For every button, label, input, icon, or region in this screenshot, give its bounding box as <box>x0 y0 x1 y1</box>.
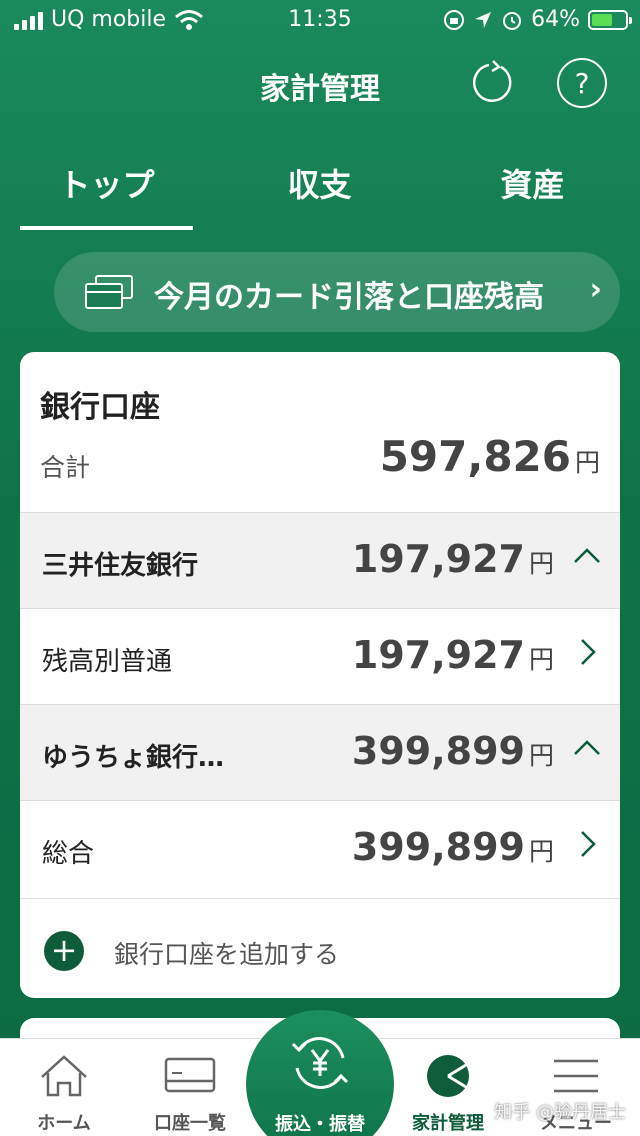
bank-name: ゆうちょ銀行… <box>42 743 225 773</box>
tab-bar: トップ 収支 資産 <box>0 148 640 232</box>
tab-income-expense[interactable]: 収支 <box>213 148 426 232</box>
account-balance: 399,899 円 <box>351 825 554 869</box>
bank-balance: 197,927 円 <box>351 537 554 581</box>
total-label: 合計 <box>40 453 91 482</box>
add-bank-account-label: 銀行口座を追加する <box>114 940 340 969</box>
total-value: 597,826 <box>379 432 571 481</box>
currency-unit: 円 <box>574 448 600 477</box>
bank-group-yucho[interactable]: ゆうちょ銀行… 399,899 円 <box>20 704 620 800</box>
bank-accounts-card: 銀行口座 合計 597,826 円 三井住友銀行 197,927 円 残高別普通 1… <box>20 352 620 998</box>
chevron-right-icon <box>581 831 596 857</box>
bank-group-smbc[interactable]: 三井住友銀行 197,927 円 <box>20 512 620 608</box>
battery-percent: 64% <box>531 7 580 32</box>
total-amount: 597,826 円 <box>380 432 600 481</box>
account-name: 総合 <box>42 839 95 869</box>
home-icon <box>41 1055 87 1097</box>
plus-icon: + <box>44 931 84 971</box>
yen-transfer-icon <box>291 1037 349 1089</box>
account-name: 残高別普通 <box>42 647 173 677</box>
tab-label: 資産 <box>500 166 565 204</box>
watermark: 知乎 @验丹居士 <box>494 1102 626 1123</box>
card-payment-banner[interactable]: 今月のカード引落と口座残高 › <box>54 252 620 332</box>
page-title: 家計管理 <box>260 72 380 107</box>
alarm-icon <box>503 11 522 30</box>
chevron-up-icon <box>574 548 600 563</box>
bank-name: 三井住友銀行 <box>42 551 199 581</box>
nav-accounts[interactable]: 口座一覧 <box>126 1039 254 1136</box>
account-balance: 197,927 円 <box>351 633 554 677</box>
nav-home[interactable]: ホーム <box>0 1039 128 1136</box>
nav-label: 家計管理 <box>412 1113 484 1134</box>
app-header: 家計管理 ? <box>0 50 640 120</box>
battery-icon <box>588 9 632 30</box>
status-bar: UQ mobile 11:35 64% <box>0 0 640 40</box>
pie-chart-icon <box>427 1055 469 1097</box>
add-bank-account-button[interactable]: + 銀行口座を追加する <box>20 898 620 998</box>
tab-label: トップ <box>58 166 155 204</box>
chevron-right-icon <box>581 639 596 665</box>
nav-household[interactable]: 家計管理 <box>384 1039 512 1136</box>
orientation-lock-icon <box>444 9 465 30</box>
location-icon <box>475 11 492 28</box>
banner-label: 今月のカード引落と口座残高 <box>154 280 544 315</box>
menu-icon <box>554 1059 598 1093</box>
card-icon <box>164 1057 216 1093</box>
account-row-yucho-general[interactable]: 総合 399,899 円 <box>20 800 620 896</box>
nav-label: ホーム <box>37 1113 91 1134</box>
chevron-right-icon: › <box>589 272 602 307</box>
tab-assets[interactable]: 資産 <box>426 148 639 232</box>
help-button[interactable]: ? <box>557 58 607 108</box>
tab-top[interactable]: トップ <box>0 148 213 232</box>
help-icon: ? <box>574 66 590 100</box>
tab-label: 収支 <box>287 166 352 204</box>
bank-balance: 399,899 円 <box>351 729 554 773</box>
card-title: 銀行口座 <box>40 390 160 425</box>
chevron-up-icon <box>574 740 600 755</box>
nav-label: 口座一覧 <box>154 1113 226 1134</box>
account-row-smbc-savings[interactable]: 残高別普通 197,927 円 <box>20 608 620 704</box>
refresh-icon <box>472 60 512 102</box>
nav-label: 振込・振替 <box>275 1114 365 1135</box>
refresh-button[interactable] <box>466 58 516 108</box>
card-wallet-icon <box>85 275 133 309</box>
